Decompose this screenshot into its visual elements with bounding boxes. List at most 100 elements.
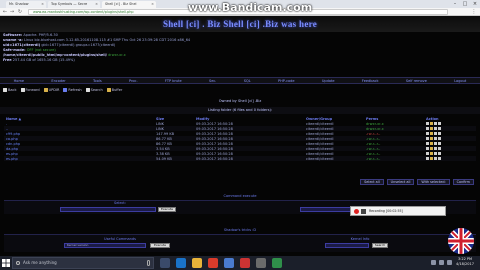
tab-label: Top Symbols — Secre — [51, 2, 88, 6]
nav-link[interactable]: Tools — [93, 79, 102, 83]
bandicam-icon[interactable] — [240, 258, 250, 268]
edit-icon[interactable] — [430, 137, 433, 140]
nav-link[interactable]: FTP brute — [165, 79, 182, 83]
download-icon[interactable] — [434, 132, 437, 135]
download-icon[interactable] — [434, 137, 437, 140]
download-icon[interactable] — [434, 142, 437, 145]
nav-link[interactable]: PHP-code — [278, 79, 294, 83]
info-label: uid=1671(citeerdl) — [3, 43, 41, 47]
checkbox[interactable] — [438, 157, 441, 160]
action-icons — [426, 122, 476, 125]
nav-link[interactable]: Home — [14, 79, 24, 83]
nav-link[interactable]: Sec. — [209, 79, 216, 83]
clock[interactable]: 3:22 PM 4/18/2017 — [454, 257, 476, 267]
info-icon[interactable] — [426, 132, 429, 135]
site-title: Shell [ci] . Biz Shell [ci] .Biz was her… — [162, 19, 318, 29]
nav-link[interactable]: Proc. — [129, 79, 138, 83]
buffer-icon — [106, 87, 111, 92]
minimize-icon[interactable]: – — [450, 0, 460, 8]
toolbar-search[interactable]: Search — [85, 87, 103, 92]
checkbox[interactable] — [438, 137, 441, 140]
back-arrow-icon[interactable]: ← — [2, 9, 8, 15]
execute-button[interactable]: Execute — [158, 207, 176, 212]
site-header: Shell [ci] . Biz Shell [ci] .Biz was her… — [0, 16, 480, 32]
close-icon[interactable]: × — [95, 1, 98, 8]
edit-icon[interactable] — [430, 122, 433, 125]
run-button[interactable]: Execute — [150, 243, 170, 248]
edit-icon[interactable] — [430, 142, 433, 145]
file-explorer-icon[interactable] — [192, 258, 202, 268]
taskbar-search-input[interactable]: Ask me anything — [12, 257, 154, 269]
close-window-icon[interactable]: × — [470, 0, 480, 8]
info-icon[interactable] — [426, 127, 429, 130]
forward-arrow-icon[interactable]: → — [9, 9, 15, 15]
info-icon[interactable] — [426, 137, 429, 140]
select-all-button[interactable]: Select all — [360, 179, 384, 185]
stop-icon[interactable] — [361, 209, 366, 214]
browser-tab[interactable]: Mr. Shadow × — [6, 1, 46, 8]
network-icon[interactable] — [431, 260, 436, 265]
menu-icon[interactable]: ⋮ — [471, 9, 477, 15]
toolbar-updir[interactable]: UPDIR — [43, 87, 59, 92]
edit-icon[interactable] — [430, 147, 433, 150]
checkbox[interactable] — [438, 152, 441, 155]
bandicam-recorder[interactable]: Recording [00:02:55] — [350, 206, 446, 216]
search-button[interactable]: Search — [372, 243, 388, 248]
kernel-info-input[interactable] — [325, 243, 369, 248]
with-selected-select[interactable]: With selected: — [417, 179, 450, 185]
battery-icon[interactable] — [447, 260, 452, 265]
file-perms[interactable]: -rw-r--r-- — [364, 156, 424, 161]
nav-link[interactable]: SQL — [244, 79, 251, 83]
maximize-icon[interactable]: □ — [460, 0, 470, 8]
toolbar-refresh[interactable]: Refresh — [63, 87, 82, 92]
checkbox[interactable] — [438, 147, 441, 150]
download-icon[interactable] — [434, 127, 437, 130]
edit-icon[interactable] — [430, 127, 433, 130]
info-icon[interactable] — [426, 122, 429, 125]
download-icon[interactable] — [434, 147, 437, 150]
info-icon[interactable] — [426, 152, 429, 155]
edit-icon[interactable] — [430, 132, 433, 135]
confirm-button[interactable]: Confirm — [452, 179, 474, 185]
nav-link[interactable]: Feedback — [362, 79, 379, 83]
windows-start-icon[interactable] — [2, 259, 10, 267]
edit-icon[interactable] — [430, 152, 433, 155]
edit-icon[interactable] — [430, 157, 433, 160]
browser-tab[interactable]: Top Symbols — Secre × — [48, 1, 100, 8]
microphone-icon[interactable] — [147, 260, 150, 266]
toolbar-back[interactable]: Back — [3, 87, 17, 92]
reload-icon[interactable]: ↻ — [17, 9, 23, 15]
toolbar-forward[interactable]: Forward — [20, 87, 40, 92]
checkbox[interactable] — [438, 122, 441, 125]
nav-link[interactable]: Update — [322, 79, 335, 83]
download-icon[interactable] — [434, 122, 437, 125]
info-icon[interactable] — [426, 147, 429, 150]
chrome-icon[interactable] — [208, 258, 218, 268]
download-icon[interactable] — [434, 157, 437, 160]
file-name[interactable]: es.php — [4, 156, 154, 161]
toolbar-buffer[interactable]: Buffer — [106, 87, 122, 92]
edge-icon[interactable] — [176, 258, 186, 268]
useful-commands-select[interactable]: Kernel version — [64, 243, 146, 248]
close-icon[interactable]: × — [41, 1, 44, 8]
unselect-all-button[interactable]: Unselect all — [386, 179, 415, 185]
app-icon[interactable] — [256, 258, 266, 268]
info-label: Software: — [3, 33, 23, 37]
store-icon[interactable] — [224, 258, 234, 268]
nav-link[interactable]: Self remove — [406, 79, 427, 83]
info-icon[interactable] — [426, 157, 429, 160]
record-icon[interactable] — [354, 209, 359, 214]
select-input[interactable] — [60, 207, 156, 212]
nav-link[interactable]: Logout — [454, 79, 466, 83]
app-icon[interactable] — [272, 258, 282, 268]
info-icon[interactable] — [426, 142, 429, 145]
download-icon[interactable] — [434, 152, 437, 155]
checkbox[interactable] — [438, 142, 441, 145]
task-view-icon[interactable] — [160, 258, 170, 268]
browser-tab-active[interactable]: Shell [ci] . Biz Shel × — [102, 1, 156, 8]
volume-icon[interactable] — [439, 260, 444, 265]
nav-link[interactable]: Encoder — [51, 79, 65, 83]
checkbox[interactable] — [438, 127, 441, 130]
toolbar-label: Back — [8, 87, 17, 92]
checkbox[interactable] — [438, 132, 441, 135]
